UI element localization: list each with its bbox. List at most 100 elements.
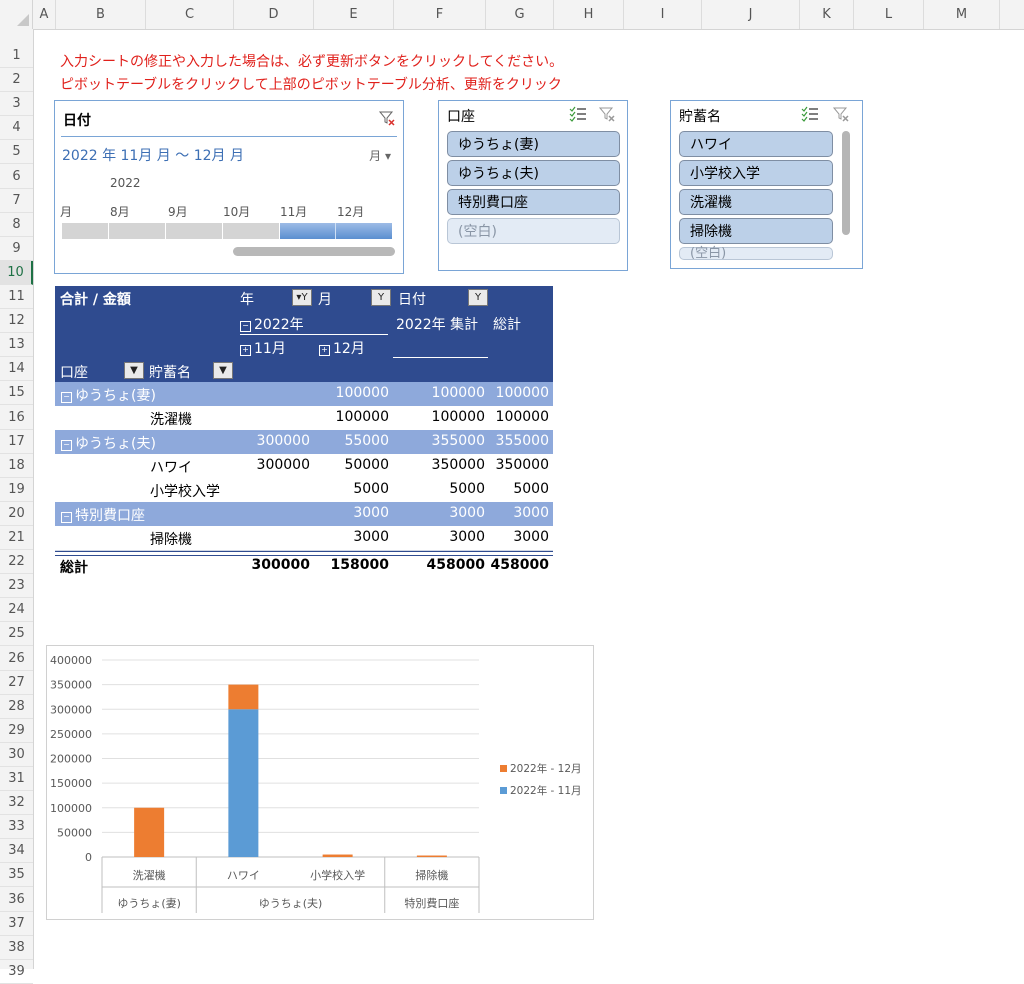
slicer-item[interactable]: ハワイ — [679, 131, 833, 157]
row-header-29[interactable]: 29 — [0, 719, 33, 743]
pivot-cell-ytot[interactable]: 100000 — [432, 409, 485, 425]
pivot-cell-gt[interactable]: 5000 — [513, 481, 549, 497]
column-header-J[interactable]: J — [702, 0, 800, 29]
pivot-cell-ytot[interactable]: 100000 — [432, 385, 485, 401]
row-header-32[interactable]: 32 — [0, 791, 33, 816]
row-header-33[interactable]: 33 — [0, 815, 33, 840]
expand-icon[interactable]: + — [319, 345, 330, 356]
row-header-31[interactable]: 31 — [0, 767, 33, 792]
pivot-row-header[interactable]: ハワイ — [150, 457, 192, 477]
column-header-A[interactable]: A — [33, 0, 56, 29]
pivot-cell-ytot[interactable]: 350000 — [432, 457, 485, 473]
pivot-cell-ytot[interactable]: 3000 — [449, 505, 485, 521]
pivot-cell-c11[interactable]: 300000 — [257, 457, 310, 473]
pivot-chart[interactable]: 0 50000 100000 150000 200000 250000 300000 3500… — [46, 645, 594, 920]
row-header-15[interactable]: 15 — [0, 381, 33, 406]
slicer-item[interactable]: 特別費口座 — [447, 189, 620, 215]
pivot-grand-total-cell[interactable]: 158000 — [331, 557, 389, 573]
timeline-month[interactable]: 10月 — [223, 203, 250, 220]
row-header-8[interactable]: 8 — [0, 213, 33, 237]
row-header-27[interactable]: 27 — [0, 671, 33, 695]
collapse-icon[interactable]: − — [61, 440, 72, 451]
timeline-month[interactable]: 9月 — [168, 203, 188, 220]
year-filter-icon[interactable]: ▾Y — [292, 289, 312, 306]
row-header-1[interactable]: 1 — [0, 44, 33, 69]
slicer-item[interactable]: (空白) — [679, 247, 833, 260]
row-header-24[interactable]: 24 — [0, 598, 33, 623]
column-header-K[interactable]: K — [800, 0, 854, 29]
timeline-month[interactable]: 月 — [60, 203, 72, 220]
clear-filter-icon[interactable] — [378, 110, 395, 130]
row-header-16[interactable]: 16 — [0, 406, 33, 430]
column-header-M[interactable]: M — [924, 0, 1000, 29]
pivot-cell-gt[interactable]: 3000 — [513, 505, 549, 521]
pivot-cell-gt[interactable]: 3000 — [513, 529, 549, 545]
row-header-28[interactable]: 28 — [0, 695, 33, 719]
row-header-18[interactable]: 18 — [0, 454, 33, 478]
pivot-cell-ytot[interactable]: 3000 — [449, 529, 485, 545]
row-header-34[interactable]: 34 — [0, 839, 33, 864]
pivot-row-header[interactable]: 掃除機 — [150, 529, 192, 549]
slicer-item[interactable]: ゆうちょ(妻) — [447, 131, 620, 157]
row-header-22[interactable]: 22 — [0, 550, 33, 575]
pivot-cell-c12[interactable]: 100000 — [336, 385, 389, 401]
timeline-month[interactable]: 12月 — [337, 203, 364, 220]
collapse-icon[interactable]: − — [61, 512, 72, 523]
row-header-26[interactable]: 26 — [0, 647, 33, 671]
pivot-cell-c12[interactable]: 3000 — [353, 505, 389, 521]
savings-dropdown-icon[interactable]: ▼ — [213, 362, 233, 379]
row-header-6[interactable]: 6 — [0, 165, 33, 189]
timeline-month[interactable]: 8月 — [110, 203, 130, 220]
row-header-7[interactable]: 7 — [0, 189, 33, 213]
pivot-row-header[interactable]: − ゆうちょ(妻) — [61, 385, 156, 405]
column-header-L[interactable]: L — [854, 0, 924, 29]
account-slicer[interactable]: 口座 ゆうちょ(妻) ゆうちょ(夫) 特別費口座 (空白) — [438, 100, 628, 271]
clear-filter-icon[interactable] — [598, 106, 615, 126]
column-header-E[interactable]: E — [314, 0, 394, 29]
pivot-cell-c12[interactable]: 55000 — [344, 433, 389, 449]
timeline-scrollbar[interactable] — [233, 247, 395, 256]
pivot-cell-ytot[interactable]: 5000 — [449, 481, 485, 497]
collapse-icon[interactable]: − — [240, 321, 251, 332]
row-header-38[interactable]: 38 — [0, 936, 33, 960]
pivot-cell-c12[interactable]: 100000 — [336, 409, 389, 425]
row-header-10[interactable]: 10 — [0, 260, 33, 285]
clear-filter-icon[interactable] — [832, 106, 849, 126]
pivot-grand-total-cell[interactable]: 300000 — [252, 557, 310, 573]
multi-select-icon[interactable] — [569, 106, 587, 126]
column-header-D[interactable]: D — [234, 0, 314, 29]
pivot-grand-total-cell[interactable]: 458000 — [427, 557, 485, 573]
row-header-39[interactable]: 39 — [0, 960, 33, 984]
pivot-cell-c12[interactable]: 50000 — [344, 457, 389, 473]
timeline-slicer[interactable]: 日付 2022 年 11月 月 〜 12月 月 月 ▾ 2022 月 8月 9月 10… — [54, 100, 404, 274]
row-header-9[interactable]: 9 — [0, 237, 33, 261]
row-header-13[interactable]: 13 — [0, 333, 33, 358]
row-header-14[interactable]: 14 — [0, 357, 33, 382]
row-header-21[interactable]: 21 — [0, 526, 33, 551]
savings-slicer-scrollbar[interactable] — [842, 131, 850, 235]
row-header-36[interactable]: 36 — [0, 888, 33, 912]
row-header-25[interactable]: 25 — [0, 622, 33, 647]
pivot-cell-c12[interactable]: 5000 — [353, 481, 389, 497]
row-header-23[interactable]: 23 — [0, 574, 33, 599]
slicer-item[interactable]: 掃除機 — [679, 218, 833, 244]
slicer-item[interactable]: ゆうちょ(夫) — [447, 160, 620, 186]
column-header-B[interactable]: B — [56, 0, 146, 29]
row-header-30[interactable]: 30 — [0, 743, 33, 767]
row-header-3[interactable]: 3 — [0, 92, 33, 117]
row-header-37[interactable]: 37 — [0, 912, 33, 936]
row-header-4[interactable]: 4 — [0, 116, 33, 141]
month-filter-icon[interactable]: Y — [371, 289, 391, 306]
row-header-5[interactable]: 5 — [0, 140, 33, 165]
row-header-12[interactable]: 12 — [0, 309, 33, 334]
column-header-G[interactable]: G — [486, 0, 554, 29]
pivot-table[interactable]: 合計 / 金額 年 ▾Y 月 Y 日付 Y −2022年 2022年 集計 総計… — [55, 286, 553, 576]
timeline-level-dropdown[interactable]: 月 ▾ — [369, 147, 391, 164]
column-header-F[interactable]: F — [394, 0, 486, 29]
savings-slicer[interactable]: 貯蓄名 ハワイ 小学校入学 洗濯機 掃除機 (空白) — [670, 100, 863, 269]
pivot-grand-total-cell[interactable]: 458000 — [491, 557, 549, 573]
slicer-item[interactable]: 小学校入学 — [679, 160, 833, 186]
pivot-row-header[interactable]: − 特別費口座 — [61, 505, 145, 525]
date-filter-icon[interactable]: Y — [468, 289, 488, 306]
account-dropdown-icon[interactable]: ▼ — [124, 362, 144, 379]
